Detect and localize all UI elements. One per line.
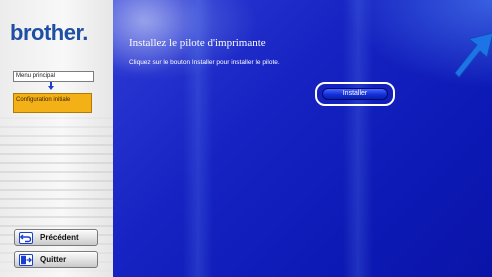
sidebar: brother. Menu principal Configuration in…	[0, 0, 113, 277]
quit-button-label: Quitter	[40, 255, 67, 264]
sidebar-item-configuration-initiale[interactable]: Configuration initiale	[13, 93, 92, 113]
instruction-text: Cliquez sur le bouton Installer pour ins…	[129, 59, 280, 66]
previous-button-label: Précédent	[40, 233, 79, 242]
page-title: Installez le pilote d'imprimante	[129, 37, 266, 49]
exit-door-icon	[19, 254, 33, 266]
quit-button[interactable]: Quitter	[14, 251, 98, 268]
down-arrow-icon	[48, 82, 54, 90]
menu-principal-link[interactable]: Menu principal	[13, 71, 94, 82]
previous-button[interactable]: Précédent	[14, 229, 98, 246]
background-streak	[343, 0, 373, 277]
install-button-highlight: Installer	[315, 82, 395, 106]
installer-window: brother. Menu principal Configuration in…	[0, 0, 492, 277]
install-button[interactable]: Installer	[322, 88, 388, 100]
brother-logo: brother.	[10, 20, 88, 46]
pointer-arrow-icon	[454, 32, 492, 78]
brother-logo-text: brother	[10, 20, 83, 45]
back-arrow-icon	[19, 232, 33, 244]
brother-logo-dot: .	[82, 20, 88, 45]
